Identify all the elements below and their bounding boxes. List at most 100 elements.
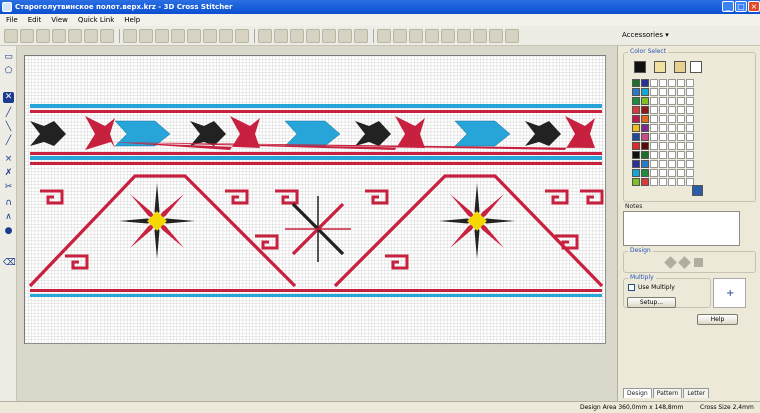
help-button[interactable]: Help <box>697 314 738 325</box>
palette-empty-cell[interactable] <box>668 142 676 150</box>
redo-icon[interactable] <box>139 28 153 43</box>
color-picker-icon[interactable] <box>377 28 391 43</box>
setup-button[interactable]: Setup... <box>627 297 676 308</box>
palette-swatch[interactable] <box>632 142 640 150</box>
tab-letter[interactable]: Letter <box>683 388 710 398</box>
current-color-swatch[interactable] <box>634 61 646 73</box>
palette-empty-cell[interactable] <box>668 106 676 114</box>
palette-empty-cell[interactable] <box>668 160 676 168</box>
palette-empty-cell[interactable] <box>659 169 667 177</box>
palette-empty-cell[interactable] <box>650 79 658 87</box>
palette-empty-cell[interactable] <box>686 169 694 177</box>
palette-empty-cell[interactable] <box>668 151 676 159</box>
small-cross-icon[interactable]: × <box>3 154 14 165</box>
palette-swatch[interactable] <box>641 115 649 123</box>
palette-swatch[interactable] <box>641 133 649 141</box>
palette-empty-cell[interactable] <box>650 97 658 105</box>
palette-empty-cell[interactable] <box>677 88 685 96</box>
use-multiply-checkbox[interactable] <box>628 284 635 291</box>
palette-swatch[interactable] <box>632 124 640 132</box>
save-icon[interactable] <box>68 28 82 43</box>
palette-swatch[interactable] <box>641 79 649 87</box>
palette-swatch[interactable] <box>632 88 640 96</box>
half-stitch-icon[interactable]: ╱ <box>3 108 14 119</box>
palette-empty-cell[interactable] <box>686 79 694 87</box>
palette-empty-cell[interactable] <box>659 115 667 123</box>
palette-icon[interactable] <box>674 61 686 73</box>
paint-icon[interactable] <box>409 28 423 43</box>
palette-swatch[interactable] <box>641 151 649 159</box>
view-3d-icon[interactable] <box>354 28 368 43</box>
palette-swatch[interactable] <box>632 160 640 168</box>
scissor-stitch-icon[interactable]: ✂ <box>3 182 14 193</box>
palette-swatch[interactable] <box>641 106 649 114</box>
tools-icon[interactable] <box>36 28 50 43</box>
palette-empty-cell[interactable] <box>659 79 667 87</box>
palette-swatch[interactable] <box>632 115 640 123</box>
rotate-left-icon[interactable] <box>664 256 677 269</box>
minimize-button[interactable]: _ <box>722 1 734 12</box>
settings-icon[interactable] <box>441 28 455 43</box>
arc-icon[interactable]: ∩ <box>3 198 14 209</box>
rotate-right-icon[interactable] <box>678 256 691 269</box>
zoom-icon[interactable] <box>290 28 304 43</box>
palette-swatch[interactable] <box>632 178 640 186</box>
palette-empty-cell[interactable] <box>650 106 658 114</box>
palette-swatch[interactable] <box>632 169 640 177</box>
cross-stitch-pattern[interactable] <box>24 55 607 345</box>
palette-empty-cell[interactable] <box>686 160 694 168</box>
palette-empty-cell[interactable] <box>677 124 685 132</box>
palette-empty-cell[interactable] <box>668 124 676 132</box>
palette-empty-cell[interactable] <box>650 124 658 132</box>
palette-swatch[interactable] <box>632 151 640 159</box>
palette-swatch[interactable] <box>641 178 649 186</box>
accessories-menu[interactable]: Accessories ▾ <box>622 31 669 39</box>
notes-textarea[interactable] <box>623 211 740 246</box>
open-file-icon[interactable] <box>20 28 34 43</box>
palette-swatch[interactable] <box>641 88 649 96</box>
delete-icon[interactable] <box>203 28 217 43</box>
line-icon[interactable]: ╱ <box>3 136 14 147</box>
palette-empty-cell[interactable] <box>668 88 676 96</box>
palette-empty-cell[interactable] <box>677 142 685 150</box>
palette-empty-cell[interactable] <box>650 115 658 123</box>
bead-icon[interactable]: ● <box>3 226 14 237</box>
palette-empty-cell[interactable] <box>659 97 667 105</box>
palette-empty-cell[interactable] <box>686 106 694 114</box>
palette-empty-cell[interactable] <box>659 151 667 159</box>
palette-swatch[interactable] <box>632 97 640 105</box>
palette-swatch[interactable] <box>641 97 649 105</box>
threads-icon[interactable] <box>393 28 407 43</box>
palette-empty-cell[interactable] <box>686 115 694 123</box>
move-icon[interactable] <box>322 28 336 43</box>
palette-swatch[interactable] <box>641 160 649 168</box>
palette-empty-cell[interactable] <box>668 178 676 186</box>
menu-help[interactable]: Help <box>124 16 140 24</box>
flip-icon[interactable] <box>694 258 703 267</box>
image-icon[interactable] <box>235 28 249 43</box>
palette-empty-cell[interactable] <box>668 115 676 123</box>
palette-empty-cell[interactable] <box>686 97 694 105</box>
palette-empty-cell[interactable] <box>677 160 685 168</box>
menu-file[interactable]: File <box>6 16 18 24</box>
palette-empty-cell[interactable] <box>686 133 694 141</box>
angle-icon[interactable]: ∧ <box>3 212 14 223</box>
palette-empty-cell[interactable] <box>650 160 658 168</box>
palette-empty-cell[interactable] <box>650 178 658 186</box>
close-button[interactable]: × <box>748 1 760 12</box>
print-icon[interactable] <box>84 28 98 43</box>
palette-empty-cell[interactable] <box>650 151 658 159</box>
print-preview-icon[interactable] <box>505 28 519 43</box>
palette-empty-cell[interactable] <box>650 133 658 141</box>
palette-empty-cell[interactable] <box>677 178 685 186</box>
tab-pattern[interactable]: Pattern <box>652 388 683 398</box>
curve-icon[interactable] <box>457 28 471 43</box>
fill-icon[interactable] <box>425 28 439 43</box>
palette-empty-cell[interactable] <box>650 142 658 150</box>
pattern-svg[interactable] <box>25 56 607 345</box>
zoom-in-icon[interactable] <box>306 28 320 43</box>
thread-icon[interactable] <box>654 61 666 73</box>
palette-empty-cell[interactable] <box>659 178 667 186</box>
photo-icon[interactable] <box>473 28 487 43</box>
palette-empty-cell[interactable] <box>686 151 694 159</box>
